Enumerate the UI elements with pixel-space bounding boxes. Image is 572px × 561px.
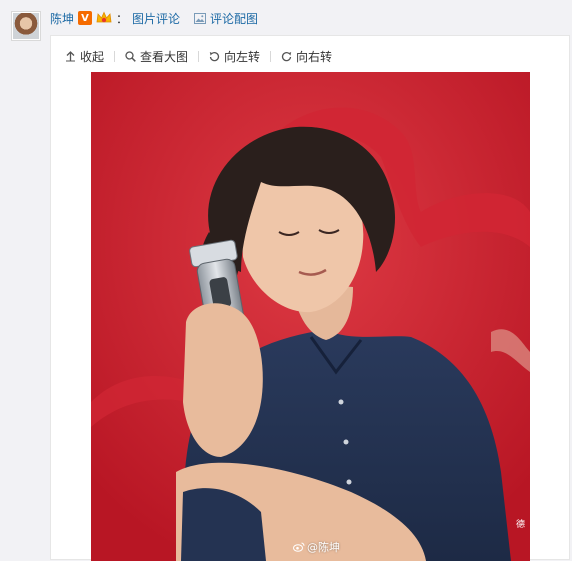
verified-v-icon[interactable]: V	[78, 11, 93, 25]
weibo-logo-icon	[293, 542, 305, 552]
crown-badge-icon[interactable]	[96, 11, 112, 25]
pic-comment-label-link[interactable]: 图片评论	[132, 10, 180, 27]
arrow-up-icon	[65, 50, 76, 62]
toolbar-divider	[114, 50, 116, 62]
image-icon	[194, 12, 207, 24]
rotate-right-button[interactable]: 向右转	[281, 48, 332, 65]
collapse-label: 收起	[80, 49, 105, 64]
rotate-right-icon	[281, 51, 292, 62]
magnifier-icon	[125, 50, 136, 62]
rotate-left-label: 向左转	[224, 49, 261, 64]
view-large-button[interactable]: 查看大图	[125, 48, 188, 65]
comment-with-image-link[interactable]: 评论配图	[210, 10, 258, 27]
image-toolbar: 收起 查看大图 向左转 向右转	[65, 47, 332, 65]
rotate-left-button[interactable]: 向左转	[209, 48, 260, 65]
post-header: 陈坤 V ： 图片评论 评论配图	[50, 9, 258, 27]
rotate-right-label: 向右转	[296, 49, 333, 64]
post-photo[interactable]: 德 @陈坤	[91, 72, 530, 561]
toolbar-divider	[270, 50, 272, 62]
header-colon: ：	[116, 11, 129, 26]
photo-edge-text: 德	[516, 518, 525, 530]
collapse-button[interactable]: 收起	[65, 48, 104, 65]
photo-watermark: @陈坤	[293, 539, 340, 555]
toolbar-divider	[198, 50, 200, 62]
author-avatar[interactable]	[11, 11, 41, 41]
image-viewer-card: 收起 查看大图 向左转 向右转 德 @陈坤	[50, 35, 570, 561]
photo-illustration: 德	[91, 72, 530, 561]
view-large-label: 查看大图	[140, 49, 189, 64]
watermark-text: @陈坤	[307, 541, 340, 554]
author-name-link[interactable]: 陈坤	[50, 10, 74, 27]
rotate-left-icon	[209, 51, 220, 62]
avatar-image	[13, 13, 39, 39]
